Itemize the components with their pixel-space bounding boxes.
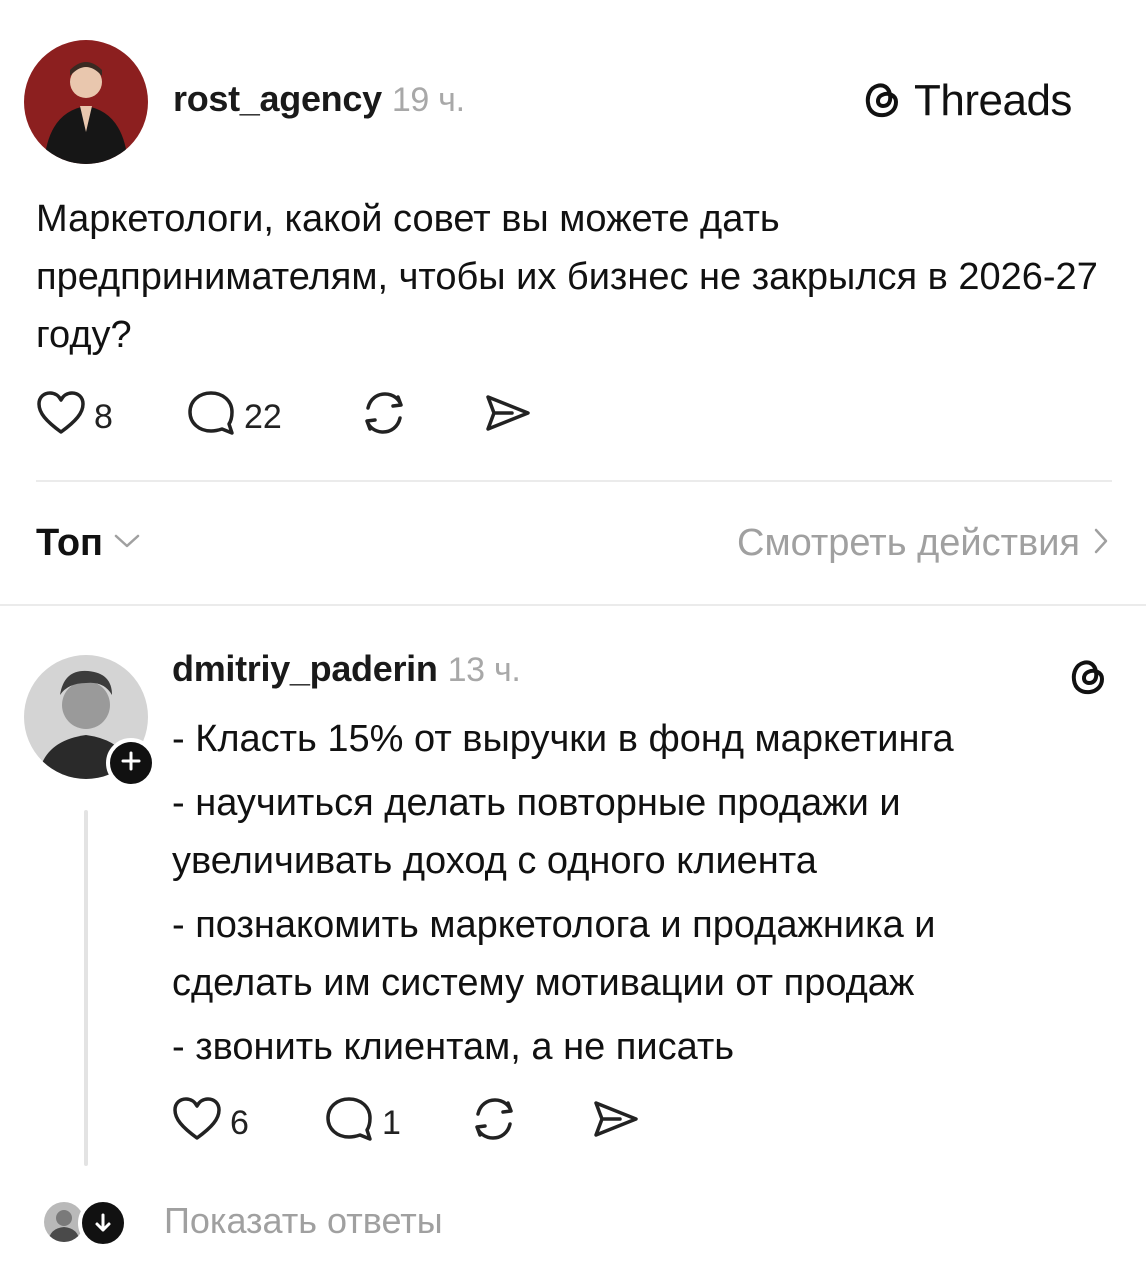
threads-logo-icon <box>860 77 904 126</box>
reply-like-count: 6 <box>230 1103 249 1142</box>
comment-count: 22 <box>244 397 282 436</box>
view-activity-label: Смотреть действия <box>737 522 1080 564</box>
reply-line: увеличивать доход с одного клиента <box>172 840 817 882</box>
thread-line <box>84 810 88 1166</box>
author-username[interactable]: rost_agency 19 ч. <box>173 78 465 120</box>
share-icon <box>482 389 532 446</box>
post-time: 19 ч. <box>391 81 465 119</box>
reply-line: - Класть 15% от выручки в фонд маркетинг… <box>172 718 954 760</box>
reply-text: - Класть 15% от выручки в фонд маркетинг… <box>172 710 1072 1076</box>
like-button[interactable]: 8 <box>36 390 186 445</box>
author-avatar[interactable] <box>24 40 148 164</box>
heart-icon <box>36 390 86 445</box>
reply-share-button[interactable] <box>590 1095 640 1152</box>
threads-icon[interactable] <box>1066 654 1110 703</box>
sort-dropdown[interactable]: Топ <box>36 522 141 565</box>
post-text: Маркетологи, какой совет вы можете дать … <box>36 198 1098 356</box>
reply-time: 13 ч. <box>447 651 521 689</box>
follow-button[interactable] <box>106 738 156 788</box>
author-name[interactable]: rost_agency <box>173 78 382 119</box>
reply-line: - научиться делать повторные продажи и <box>172 782 901 824</box>
reply-comment-button[interactable]: 1 <box>324 1095 468 1152</box>
section-divider <box>0 604 1146 606</box>
view-activity-link[interactable]: Смотреть действия <box>737 522 1110 565</box>
plus-icon <box>120 750 142 777</box>
share-icon <box>590 1095 640 1152</box>
reply-comment-count: 1 <box>382 1103 401 1142</box>
repost-icon <box>358 388 410 447</box>
threads-brand[interactable]: Threads <box>860 76 1072 126</box>
heart-icon <box>172 1096 222 1151</box>
chevron-right-icon <box>1092 526 1110 561</box>
comment-button[interactable]: 22 <box>186 389 358 446</box>
show-replies-button[interactable]: Показать ответы <box>164 1200 443 1242</box>
sort-label: Топ <box>36 522 103 564</box>
reply-username[interactable]: dmitriy_paderin 13 ч. <box>172 648 521 690</box>
repost-icon <box>468 1094 520 1153</box>
reply-line: - звонить клиентам, а не писать <box>172 1026 735 1068</box>
expand-replies-icon[interactable] <box>78 1198 128 1248</box>
chevron-down-icon <box>113 532 141 555</box>
reply-like-button[interactable]: 6 <box>172 1096 324 1151</box>
share-button[interactable] <box>482 389 532 446</box>
comment-icon <box>324 1095 374 1152</box>
actions-divider <box>36 480 1112 482</box>
reply-repost-button[interactable] <box>468 1094 590 1153</box>
reply-line: сделать им систему мотивации от продаж <box>172 962 915 1004</box>
like-count: 8 <box>94 397 113 436</box>
comment-icon <box>186 389 236 446</box>
reply-author-name[interactable]: dmitriy_paderin <box>172 648 438 689</box>
threads-brand-label: Threads <box>914 76 1072 125</box>
post-actions: 8 22 <box>36 390 532 445</box>
repost-button[interactable] <box>358 388 482 447</box>
reply-line: - познакомить маркетолога и продажника и <box>172 904 936 946</box>
reply-actions: 6 1 <box>172 1096 640 1151</box>
